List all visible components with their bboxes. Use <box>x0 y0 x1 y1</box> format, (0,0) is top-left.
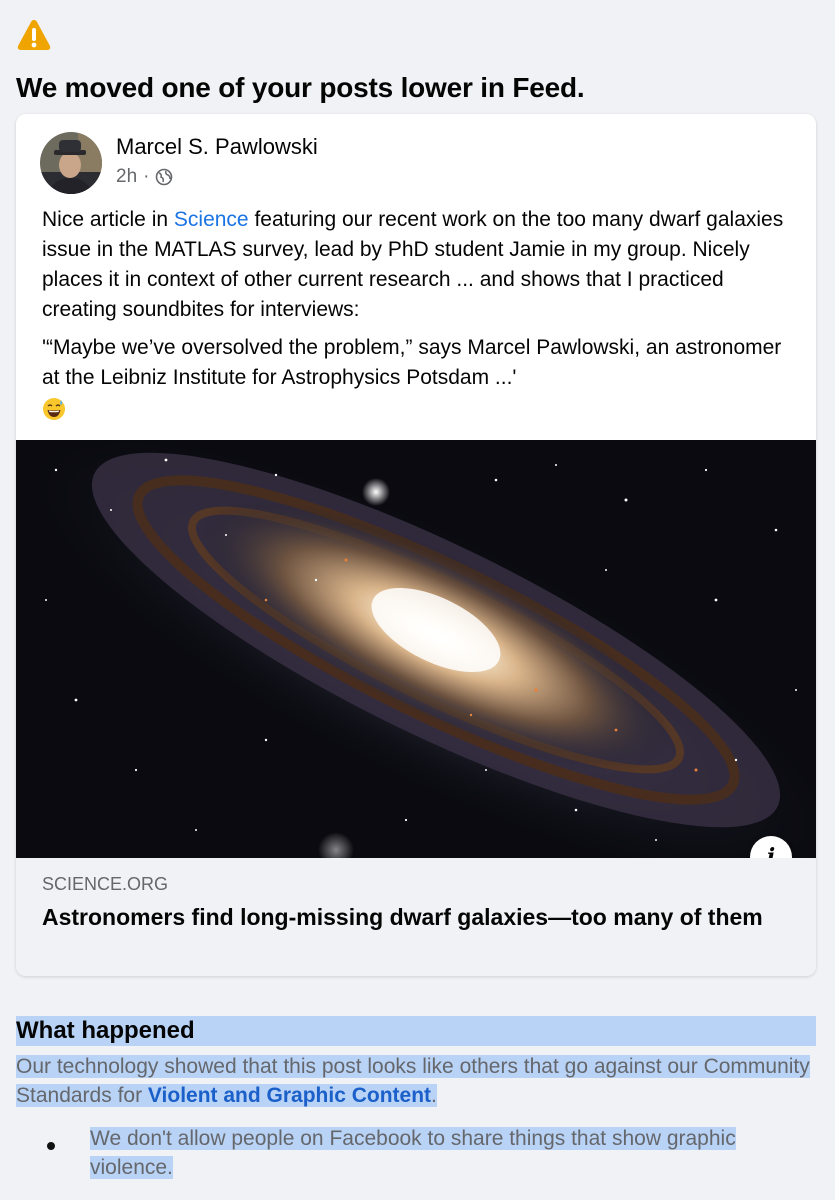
notice-headline: We moved one of your posts lower in Feed… <box>16 72 585 103</box>
what-happened-title: What happened <box>16 1016 816 1046</box>
link-title[interactable]: Astronomers find long-missing dwarf gala… <box>42 902 782 932</box>
post-meta: 2h · <box>116 166 173 188</box>
post-author[interactable]: Marcel S. Pawlowski <box>116 134 318 160</box>
what-happened-body: Our technology showed that this post loo… <box>16 1052 816 1110</box>
link-preview[interactable]: SCIENCE.ORG Astronomers find long-missin… <box>16 858 816 976</box>
avatar[interactable] <box>40 132 102 194</box>
post-quote: '“Maybe we’ve oversolved the problem,” s… <box>42 336 782 389</box>
what-happened-end: . <box>431 1084 437 1107</box>
bullet-text: We don't allow people on Facebook to sha… <box>90 1124 810 1182</box>
post-time[interactable]: 2h <box>116 166 137 188</box>
bullet-dot <box>47 1142 55 1150</box>
galaxy-image[interactable] <box>16 440 816 858</box>
link-domain: SCIENCE.ORG <box>42 874 169 894</box>
post-paragraph: Nice article in Science featuring our re… <box>42 205 802 325</box>
globe-icon <box>156 168 173 186</box>
post-card: Marcel S. Pawlowski 2h · Nice article in… <box>16 114 816 976</box>
bullet-item: We don't allow people on Facebook to sha… <box>90 1127 736 1179</box>
meta-separator: · <box>143 166 150 187</box>
grinning-sweat-emoji-icon <box>43 398 65 420</box>
science-link[interactable]: Science <box>174 208 249 231</box>
warning-icon <box>17 20 51 50</box>
policy-link[interactable]: Violent and Graphic Content <box>148 1084 431 1107</box>
post-text-start: Nice article in <box>42 208 174 231</box>
post-text: Nice article in Science featuring our re… <box>42 205 802 393</box>
